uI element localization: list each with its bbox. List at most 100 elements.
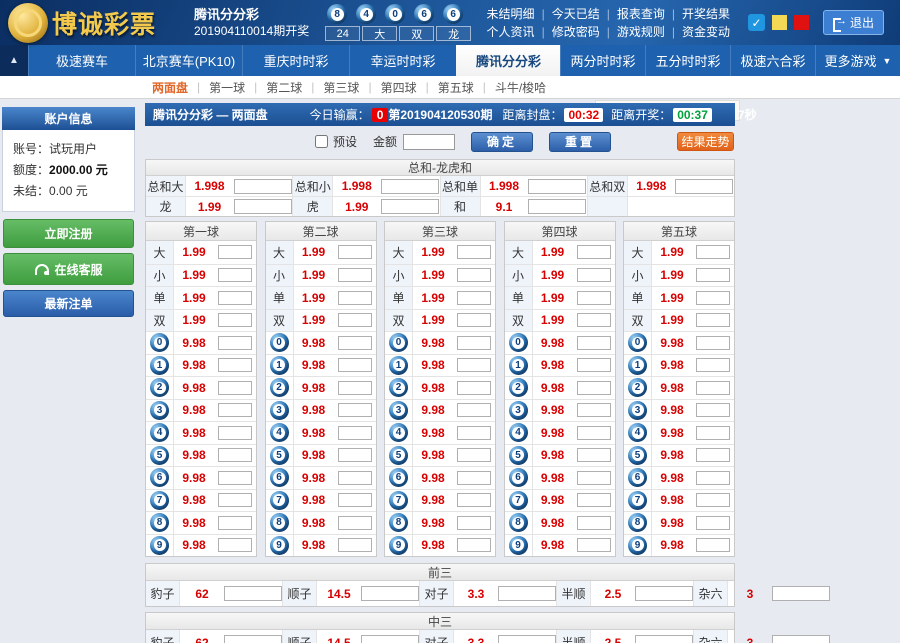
bet-amount-input[interactable]	[577, 358, 611, 372]
bet-amount-input[interactable]	[696, 358, 730, 372]
bet-amount-input[interactable]	[498, 586, 556, 601]
bet-amount-input[interactable]	[635, 586, 693, 601]
bet-amount-input[interactable]	[696, 381, 730, 395]
bet-amount-input[interactable]	[381, 199, 439, 214]
header-link[interactable]: 今天已结	[552, 7, 600, 21]
amount-input[interactable]	[403, 134, 455, 150]
bet-amount-input[interactable]	[361, 586, 419, 601]
bet-amount-input[interactable]	[696, 245, 730, 259]
bet-amount-input[interactable]	[338, 313, 372, 327]
bet-amount-input[interactable]	[457, 268, 491, 282]
bet-amount-input[interactable]	[338, 381, 372, 395]
bet-amount-input[interactable]	[234, 199, 292, 214]
bet-amount-input[interactable]	[218, 291, 252, 305]
nav-tab-4[interactable]: 幸运时时彩	[349, 45, 456, 76]
bet-amount-input[interactable]	[381, 179, 439, 194]
bet-amount-input[interactable]	[696, 426, 730, 440]
bet-amount-input[interactable]	[338, 516, 372, 530]
bet-amount-input[interactable]	[218, 516, 252, 530]
bet-amount-input[interactable]	[338, 358, 372, 372]
bet-amount-input[interactable]	[528, 179, 586, 194]
bet-amount-input[interactable]	[577, 471, 611, 485]
bet-amount-input[interactable]	[577, 291, 611, 305]
bet-amount-input[interactable]	[577, 493, 611, 507]
bet-amount-input[interactable]	[457, 516, 491, 530]
bet-amount-input[interactable]	[457, 403, 491, 417]
bet-amount-input[interactable]	[218, 426, 252, 440]
bet-amount-input[interactable]	[696, 268, 730, 282]
nav-tab-1[interactable]: 极速赛车	[28, 45, 135, 76]
bet-amount-input[interactable]	[696, 291, 730, 305]
subnav-item-5[interactable]: 第四球	[381, 79, 417, 96]
bet-amount-input[interactable]	[338, 448, 372, 462]
subnav-item-1[interactable]: 两面盘	[152, 79, 188, 96]
bet-amount-input[interactable]	[577, 313, 611, 327]
bet-amount-input[interactable]	[457, 291, 491, 305]
bet-amount-input[interactable]	[457, 245, 491, 259]
bet-amount-input[interactable]	[696, 313, 730, 327]
brand-logo[interactable]: 博诚彩票	[0, 3, 180, 43]
bet-amount-input[interactable]	[457, 313, 491, 327]
bet-amount-input[interactable]	[218, 268, 252, 282]
bet-amount-input[interactable]	[696, 493, 730, 507]
bet-amount-input[interactable]	[338, 538, 372, 552]
bet-amount-input[interactable]	[234, 179, 292, 194]
header-link[interactable]: 个人资讯	[487, 25, 535, 39]
bet-amount-input[interactable]	[218, 471, 252, 485]
confirm-button[interactable]: 确定	[471, 132, 533, 152]
bet-amount-input[interactable]	[457, 448, 491, 462]
nav-tab-9[interactable]: 更多游戏▼	[815, 45, 900, 76]
red-square-icon[interactable]	[794, 15, 809, 30]
logout-button[interactable]: 退出	[823, 10, 884, 35]
subnav-item-3[interactable]: 第二球	[266, 79, 302, 96]
bet-amount-input[interactable]	[696, 448, 730, 462]
header-link[interactable]: 资金变动	[682, 25, 730, 39]
result-trend-button[interactable]: 结果走势	[677, 132, 734, 151]
bet-amount-input[interactable]	[457, 493, 491, 507]
bet-amount-input[interactable]	[218, 403, 252, 417]
subnav-item-7[interactable]: 斗牛/梭哈	[495, 79, 546, 96]
bet-amount-input[interactable]	[457, 471, 491, 485]
bet-amount-input[interactable]	[577, 426, 611, 440]
bet-amount-input[interactable]	[218, 493, 252, 507]
bet-amount-input[interactable]	[457, 381, 491, 395]
nav-tab-6[interactable]: 两分时时彩	[560, 45, 645, 76]
bet-amount-input[interactable]	[772, 635, 830, 643]
nav-tab-2[interactable]: 北京赛车(PK10)	[135, 45, 242, 76]
nav-collapse-arrow-icon[interactable]: ▲	[0, 45, 28, 76]
bet-amount-input[interactable]	[675, 179, 733, 194]
bet-amount-input[interactable]	[696, 403, 730, 417]
bet-amount-input[interactable]	[498, 635, 556, 643]
bet-amount-input[interactable]	[577, 336, 611, 350]
subnav-item-6[interactable]: 第五球	[438, 79, 474, 96]
header-link[interactable]: 开奖结果	[682, 7, 730, 21]
bet-amount-input[interactable]	[577, 538, 611, 552]
subnav-item-4[interactable]: 第三球	[323, 79, 359, 96]
bet-amount-input[interactable]	[457, 538, 491, 552]
bet-amount-input[interactable]	[577, 268, 611, 282]
bet-amount-input[interactable]	[218, 538, 252, 552]
header-link[interactable]: 报表查询	[617, 7, 665, 21]
bet-amount-input[interactable]	[772, 586, 830, 601]
bet-amount-input[interactable]	[635, 635, 693, 643]
online-service-button[interactable]: 在线客服	[3, 253, 134, 285]
bet-amount-input[interactable]	[696, 336, 730, 350]
bet-amount-input[interactable]	[338, 426, 372, 440]
latest-orders-button[interactable]: 最新注单	[3, 290, 134, 317]
yellow-square-icon[interactable]	[772, 15, 787, 30]
reset-button[interactable]: 重置	[549, 132, 611, 152]
bet-amount-input[interactable]	[696, 471, 730, 485]
bet-amount-input[interactable]	[338, 403, 372, 417]
bet-amount-input[interactable]	[218, 448, 252, 462]
header-link[interactable]: 未结明细	[487, 7, 535, 21]
bet-amount-input[interactable]	[528, 199, 586, 214]
bet-amount-input[interactable]	[338, 245, 372, 259]
bet-amount-input[interactable]	[338, 493, 372, 507]
nav-tab-7[interactable]: 五分时时彩	[645, 45, 730, 76]
bet-amount-input[interactable]	[577, 448, 611, 462]
register-button[interactable]: 立即注册	[3, 219, 134, 248]
bet-amount-input[interactable]	[218, 358, 252, 372]
nav-tab-8[interactable]: 极速六合彩	[730, 45, 815, 76]
bet-amount-input[interactable]	[696, 538, 730, 552]
preset-checkbox[interactable]	[315, 135, 328, 148]
